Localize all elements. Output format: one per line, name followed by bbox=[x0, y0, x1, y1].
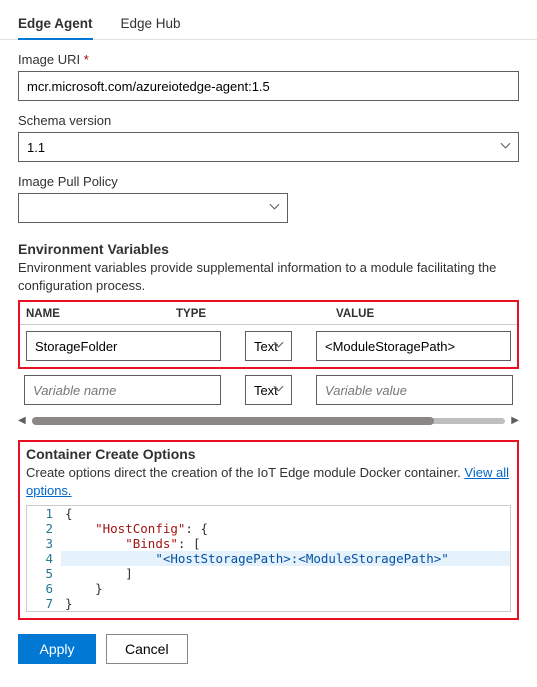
code-line: 2 "HostConfig": { bbox=[27, 521, 510, 536]
tab-bar: Edge Agent Edge Hub bbox=[0, 10, 537, 40]
env-name-placeholder-input[interactable] bbox=[24, 375, 221, 405]
cco-title: Container Create Options bbox=[26, 446, 511, 462]
env-row bbox=[20, 325, 517, 367]
env-value-input[interactable] bbox=[316, 331, 511, 361]
image-pull-policy-label: Image Pull Policy bbox=[18, 174, 519, 189]
env-header-value: VALUE bbox=[326, 308, 511, 320]
tab-edge-agent[interactable]: Edge Agent bbox=[18, 10, 93, 39]
image-pull-policy-select[interactable] bbox=[18, 193, 288, 223]
env-desc: Environment variables provide supplement… bbox=[18, 259, 519, 294]
env-type-select[interactable] bbox=[245, 331, 292, 361]
code-editor[interactable]: 1{2 "HostConfig": {3 "Binds": [4 "<HostS… bbox=[26, 505, 511, 612]
cancel-button[interactable]: Cancel bbox=[106, 634, 188, 664]
env-type-placeholder-select[interactable] bbox=[245, 375, 292, 405]
schema-version-label: Schema version bbox=[18, 113, 519, 128]
env-row-new bbox=[18, 367, 519, 411]
code-line: 5 ] bbox=[27, 566, 510, 581]
code-line: 6 } bbox=[27, 581, 510, 596]
code-line: 3 "Binds": [ bbox=[27, 536, 510, 551]
env-name-input[interactable] bbox=[26, 331, 221, 361]
code-line: 1{ bbox=[27, 506, 510, 521]
cco-desc: Create options direct the creation of th… bbox=[26, 464, 511, 499]
schema-version-select[interactable] bbox=[18, 132, 519, 162]
code-line: 4 "<HostStoragePath>:<ModuleStoragePath>… bbox=[27, 551, 510, 566]
env-title: Environment Variables bbox=[18, 241, 519, 257]
code-line: 7} bbox=[27, 596, 510, 611]
scroll-left-icon[interactable]: ◀ bbox=[18, 415, 26, 426]
env-highlight-box: NAME TYPE VALUE bbox=[18, 300, 519, 369]
horizontal-scrollbar[interactable]: ◀ ▶ bbox=[18, 415, 519, 426]
image-uri-input[interactable] bbox=[18, 71, 519, 101]
image-uri-label: Image URI * bbox=[18, 52, 519, 67]
env-header-name: NAME bbox=[26, 308, 176, 320]
apply-button[interactable]: Apply bbox=[18, 634, 96, 664]
tab-edge-hub[interactable]: Edge Hub bbox=[121, 10, 181, 39]
cco-highlight-box: Container Create Options Create options … bbox=[18, 440, 519, 620]
scroll-right-icon[interactable]: ▶ bbox=[511, 415, 519, 426]
env-value-placeholder-input[interactable] bbox=[316, 375, 513, 405]
env-header-type: TYPE bbox=[176, 308, 326, 320]
